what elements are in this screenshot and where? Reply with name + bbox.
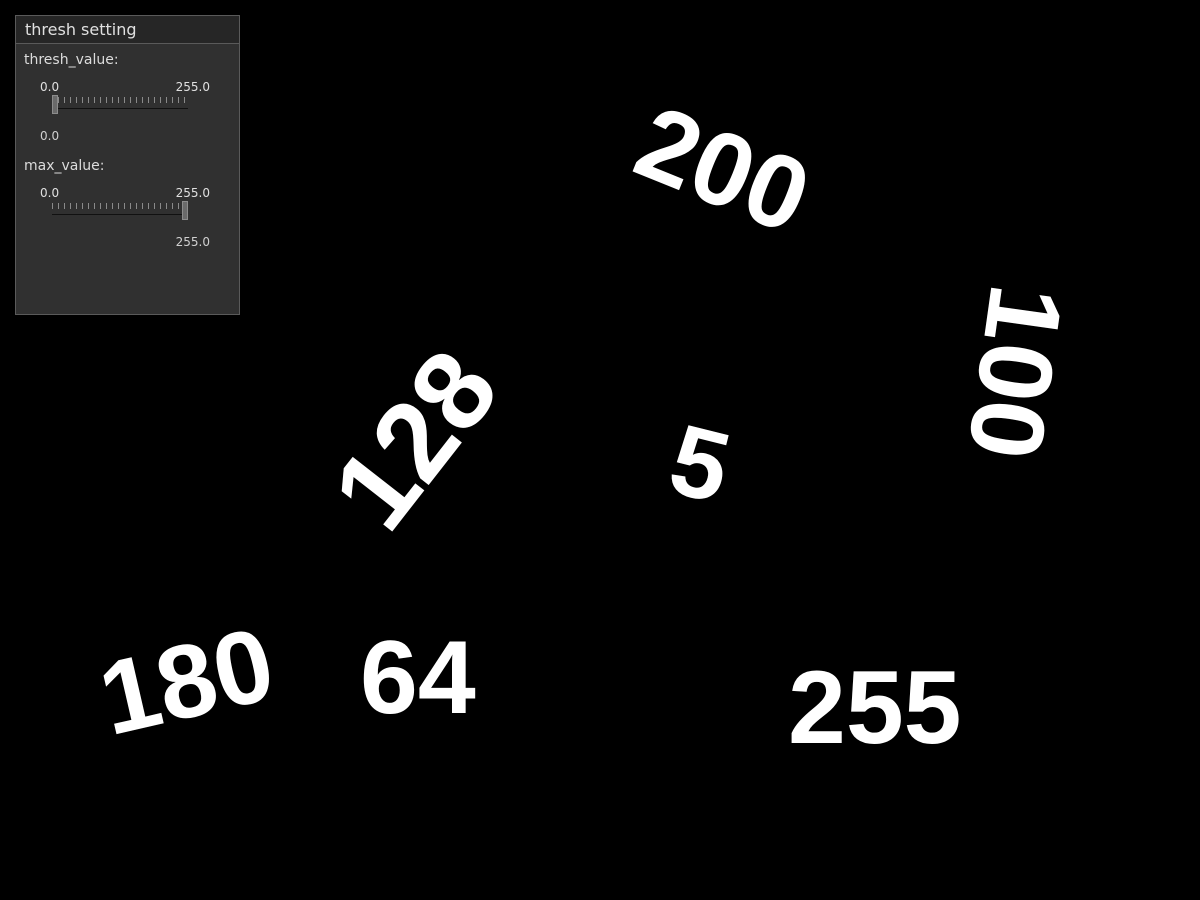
digit-text-128: 128 (308, 327, 522, 552)
panel-title[interactable]: thresh setting (16, 16, 239, 44)
image-canvas: 200 100 128 5 180 64 255 thresh setting … (0, 0, 1200, 900)
digit-text-64: 64 (360, 620, 476, 736)
trackbar-max-label: 255.0 (175, 186, 210, 200)
trackbar-min-label: 0.0 (40, 186, 60, 200)
trackbar-handle[interactable] (52, 95, 58, 114)
digit-text-200: 200 (620, 83, 825, 257)
digit-text-255: 255 (788, 650, 962, 766)
trackbar-max-label: 255.0 (175, 80, 210, 94)
trackbar-track[interactable] (52, 208, 188, 215)
trackbar-min-label: 0.0 (40, 80, 60, 94)
trackbar-track[interactable] (52, 102, 188, 109)
digit-text-180: 180 (89, 605, 285, 759)
trackbar-thresh-value: thresh_value: 0.0 255.0 0.0 (16, 44, 239, 150)
trackbar-current-value: 0.0 (40, 129, 60, 143)
trackbar-panel: thresh setting thresh_value: 0.0 255.0 0… (15, 15, 240, 315)
trackbar-handle[interactable] (182, 201, 188, 220)
digit-text-5: 5 (659, 402, 741, 526)
digit-text-100: 100 (945, 278, 1085, 466)
trackbar-current-value: 255.0 (175, 235, 210, 249)
trackbar-max-value: max_value: 0.0 255.0 255.0 (16, 150, 239, 256)
trackbar-label: max_value: (24, 158, 105, 174)
trackbar-label: thresh_value: (24, 52, 119, 68)
